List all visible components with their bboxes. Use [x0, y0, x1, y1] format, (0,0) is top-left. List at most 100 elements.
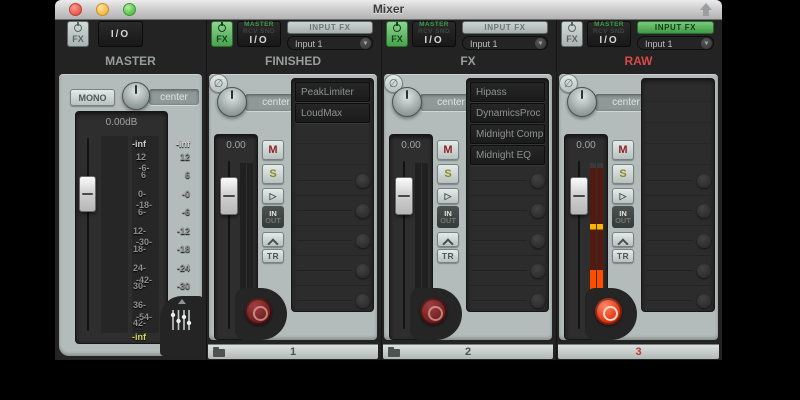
toolbar-arrow-icon[interactable]	[698, 2, 714, 18]
monitor-in-out-button[interactable]: IN OUT	[437, 206, 459, 228]
mono-button[interactable]: MONO	[70, 89, 115, 106]
fx-empty-slot[interactable]	[295, 166, 370, 196]
io-button[interactable]: MASTER RCV SND I/O	[587, 21, 631, 47]
input-select[interactable]: Input 1 ▼	[462, 36, 548, 50]
track-number-bar[interactable]: 1	[208, 344, 378, 359]
envelope-button[interactable]	[262, 232, 284, 247]
volume-fader[interactable]	[570, 177, 588, 215]
fx-slot[interactable]	[645, 145, 711, 165]
fx-empty-slot[interactable]	[295, 196, 370, 226]
track-number-bar[interactable]: 3	[558, 344, 719, 359]
channel-header: FX MASTER RCV SND I/O INPUT FX Input 1 ▼	[557, 20, 720, 52]
fx-button[interactable]: FX	[386, 21, 408, 47]
mixer-sliders-icon[interactable]	[170, 308, 192, 332]
fx-slot[interactable]	[295, 145, 370, 165]
envelope-button[interactable]	[437, 232, 459, 247]
input-fx-button[interactable]: INPUT FX	[462, 21, 548, 34]
meter-scale-right: -inf126-0-6-12-18-24-30-36-42-inf	[138, 112, 164, 343]
scale-label: -inf	[164, 140, 190, 149]
mute-button[interactable]: M	[262, 140, 284, 160]
fx-insert-list[interactable]	[641, 78, 715, 312]
track-number-bar[interactable]: 2	[383, 344, 553, 359]
channel-strip: FX MASTER RCV SND I/O INPUT FX Input 1 ▼…	[556, 20, 720, 360]
pan-knob[interactable]	[567, 87, 597, 117]
track-number: 1	[208, 346, 378, 358]
fx-slot[interactable]	[645, 124, 711, 144]
pan-knob[interactable]	[392, 87, 422, 117]
volume-fader[interactable]	[220, 177, 238, 215]
fx-empty-slot[interactable]	[645, 166, 711, 196]
track-number: 2	[383, 346, 553, 358]
fx-empty-slot[interactable]	[645, 286, 711, 312]
master-track-name[interactable]: MASTER	[57, 54, 204, 72]
fx-slot[interactable]	[645, 103, 711, 123]
fx-empty-slot[interactable]	[645, 196, 711, 226]
fx-empty-slot[interactable]	[470, 196, 545, 226]
io-button-label: I/O	[111, 29, 130, 40]
fx-empty-slot[interactable]	[645, 226, 711, 256]
volume-fader[interactable]	[395, 177, 413, 215]
monitor-button[interactable]: ▷	[612, 188, 634, 204]
mixer-content: FX I/O MASTER MONO center 0.00dB -inf	[55, 20, 722, 360]
fx-empty-slot[interactable]	[295, 256, 370, 286]
fx-slot[interactable]	[295, 124, 370, 144]
track-name[interactable]: FX	[382, 54, 554, 72]
fx-slot[interactable]	[645, 82, 711, 102]
monitor-button[interactable]: ▷	[262, 188, 284, 204]
fx-slot[interactable]: DynamicsProc	[470, 103, 545, 123]
mute-button[interactable]: M	[612, 140, 634, 160]
master-fx-button[interactable]: FX	[67, 21, 89, 47]
trim-button[interactable]: TR	[437, 249, 459, 263]
input-select-value: Input 1	[645, 39, 673, 49]
record-arm-button[interactable]	[595, 298, 622, 325]
io-button[interactable]: MASTER RCV SND I/O	[237, 21, 281, 47]
fx-empty-slot[interactable]	[470, 256, 545, 286]
trim-button[interactable]: TR	[262, 249, 284, 263]
window-titlebar[interactable]: Mixer	[55, 0, 722, 20]
monitor-button[interactable]: ▷	[437, 188, 459, 204]
channel-strip: FX MASTER RCV SND I/O INPUT FX Input 1 ▼…	[381, 20, 554, 360]
master-pan-knob[interactable]	[122, 82, 150, 110]
input-fx-button[interactable]: INPUT FX	[287, 21, 373, 34]
fx-button[interactable]: FX	[561, 21, 583, 47]
track-number: 3	[558, 346, 719, 358]
record-arm-button[interactable]	[420, 298, 447, 325]
fx-slot[interactable]: LoudMax	[295, 103, 370, 123]
input-select[interactable]: Input 1 ▼	[637, 36, 714, 50]
scale-label: 6	[164, 171, 190, 180]
play-triangle-icon: ▷	[270, 191, 277, 202]
envelope-button[interactable]	[612, 232, 634, 247]
master-fader-track	[87, 138, 89, 331]
input-fx-button[interactable]: INPUT FX	[637, 21, 714, 34]
input-select[interactable]: Input 1 ▼	[287, 36, 373, 50]
record-arm-button[interactable]	[245, 298, 272, 325]
solo-button[interactable]: S	[437, 164, 459, 184]
fx-slot[interactable]: Midnight EQ	[470, 145, 545, 165]
fx-insert-list[interactable]: PeakLimiter LoudMax	[291, 78, 374, 312]
master-volume-fader[interactable]	[79, 176, 96, 212]
fx-empty-slot[interactable]	[645, 256, 711, 286]
fx-button[interactable]: FX	[211, 21, 233, 47]
mute-button[interactable]: M	[437, 140, 459, 160]
monitor-in-out-button[interactable]: IN OUT	[612, 206, 634, 228]
fx-empty-slot[interactable]	[470, 166, 545, 196]
fx-insert-list[interactable]: Hipass DynamicsProc Midnight Comp Midnig…	[466, 78, 549, 312]
trim-button[interactable]: TR	[612, 249, 634, 263]
fx-slot[interactable]: Hipass	[470, 82, 545, 102]
fx-slot[interactable]: PeakLimiter	[295, 82, 370, 102]
pan-knob[interactable]	[217, 87, 247, 117]
fx-empty-slot[interactable]	[470, 226, 545, 256]
io-label: I/O	[424, 36, 443, 46]
fx-empty-slot[interactable]	[295, 286, 370, 312]
fx-empty-slot[interactable]	[470, 286, 545, 312]
track-name[interactable]: FINISHED	[207, 54, 379, 72]
monitor-in-out-button[interactable]: IN OUT	[262, 206, 284, 228]
fx-empty-slot[interactable]	[295, 226, 370, 256]
fx-slot[interactable]: Midnight Comp	[470, 124, 545, 144]
solo-button[interactable]: S	[612, 164, 634, 184]
track-name[interactable]: RAW	[557, 54, 720, 72]
master-io-button[interactable]: I/O	[98, 21, 143, 47]
io-button[interactable]: MASTER RCV SND I/O	[412, 21, 456, 47]
solo-button[interactable]: S	[262, 164, 284, 184]
phase-icon: ∅	[389, 77, 399, 90]
